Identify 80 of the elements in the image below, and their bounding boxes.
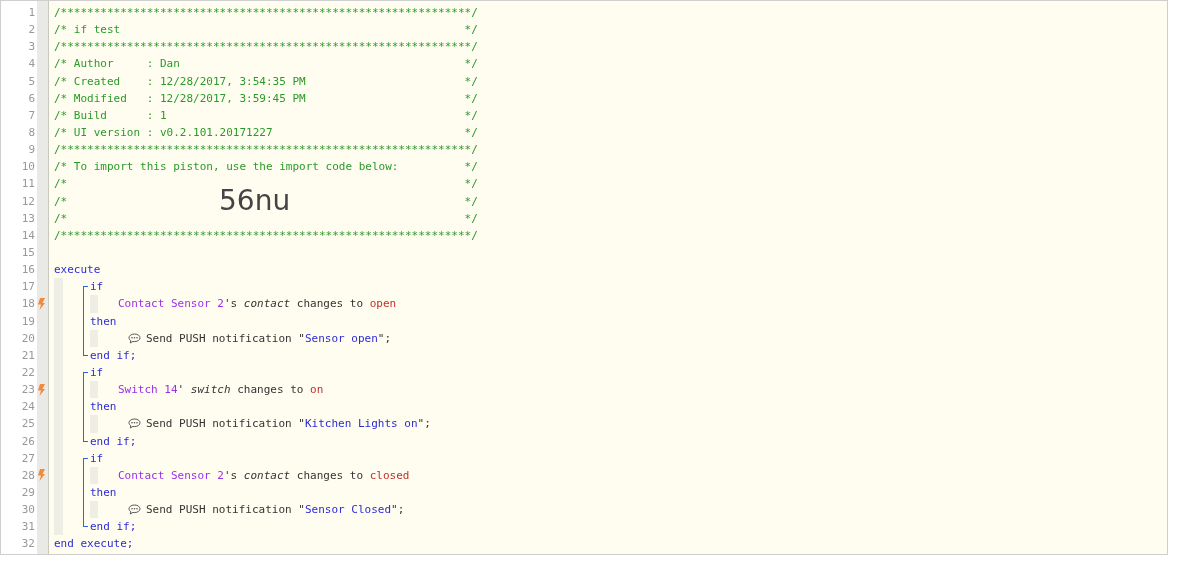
keyword: if: [90, 279, 104, 296]
line-number: 23: [20, 383, 35, 397]
block-bracket: [83, 371, 88, 442]
keyword: end if;: [90, 519, 137, 536]
line-number: 18: [20, 297, 35, 311]
line-number: 13: [20, 211, 35, 225]
line-number: 30: [20, 503, 35, 517]
condition-expression: Contact Sensor 2's contact changes to open: [118, 296, 397, 313]
action-statement: Send PUSH notification "Sensor open";: [146, 330, 392, 347]
line-number: 10: [20, 160, 35, 174]
keyword: end execute;: [54, 536, 134, 553]
comment-rule: /**************************************************************/: [54, 227, 478, 244]
line-number: 1: [27, 6, 35, 20]
line-number: 4: [27, 57, 35, 71]
comment-open: /*: [54, 193, 68, 210]
comment-close: */: [464, 193, 478, 210]
comment-close: */: [464, 56, 478, 73]
line-number: 29: [20, 486, 35, 499]
comment-rule: /**************************************************************/: [54, 5, 478, 21]
comment-close: */: [464, 90, 478, 107]
condition-expression: Switch 14' switch changes to on: [118, 382, 324, 399]
comment-close: */: [464, 210, 478, 227]
import-code: 56nu: [219, 186, 291, 217]
comment-text: /* Build : 1: [54, 107, 167, 124]
line-number: 21: [20, 348, 35, 362]
line-number: 5: [27, 74, 35, 88]
line-number: 22: [20, 366, 35, 379]
keyword: then: [90, 313, 117, 330]
line-number: 2: [27, 23, 35, 37]
comment-close: */: [464, 73, 478, 90]
line-number: 12: [20, 194, 35, 208]
line-number: 11: [20, 177, 35, 191]
line-number: 14: [20, 228, 35, 242]
action-statement: Send PUSH notification "Sensor Closed";: [146, 502, 405, 519]
line-number: 26: [20, 434, 35, 448]
line-number: 9: [27, 143, 35, 157]
line-number: 16: [20, 263, 35, 277]
comment-text: /* UI version : v0.2.101.20171227: [54, 125, 273, 141]
line-number: 28: [20, 468, 35, 482]
comment-text: /* if test: [54, 22, 121, 39]
line-number: 19: [20, 314, 35, 328]
action-statement: Send PUSH notification "Kitchen Lights on";: [146, 416, 431, 433]
comment-close: */: [464, 176, 478, 193]
line-number: 8: [27, 126, 35, 140]
line-number: 31: [20, 520, 35, 534]
line-number: 6: [27, 91, 35, 105]
comment-close: */: [464, 22, 478, 39]
keyword: if: [90, 364, 104, 381]
comment-close: */: [464, 125, 478, 141]
condition-expression: Contact Sensor 2's contact changes to closed: [118, 467, 410, 484]
speech-bubble-icon: [128, 332, 141, 344]
comment-rule: /**************************************************************/: [54, 39, 478, 56]
line-number: 20: [20, 331, 35, 345]
comment-rule: /**************************************************************/: [54, 142, 478, 159]
comment-text: /* To import this piston, use the import code below:: [54, 159, 399, 176]
keyword: end if;: [90, 433, 137, 450]
line-number: 17: [20, 280, 35, 294]
comment-text: /*: [54, 176, 68, 193]
keyword: if: [90, 450, 104, 467]
keyword: end if;: [90, 347, 137, 364]
comment-text: /* Created : 12/28/2017, 3:54:35 PM: [54, 73, 306, 90]
comment-text: /* Modified : 12/28/2017, 3:59:45 PM: [54, 90, 306, 107]
keyword: execute: [54, 262, 101, 279]
line-number: 3: [27, 40, 35, 54]
line-number: 15: [20, 246, 35, 260]
comment-close: */: [464, 107, 478, 124]
line-number: 27: [20, 451, 35, 465]
line-number: 32: [20, 537, 35, 551]
keyword: then: [90, 399, 117, 416]
comment-text: /* Author : Dan: [54, 56, 180, 73]
line-number: 24: [20, 400, 35, 414]
line-number: 25: [20, 417, 35, 431]
line-number: 7: [27, 108, 35, 122]
block-bracket: [83, 457, 88, 528]
keyword: then: [90, 484, 117, 501]
speech-bubble-icon: [128, 418, 141, 430]
comment-text: /*: [54, 210, 68, 227]
block-bracket: [83, 286, 88, 356]
comment-close: */: [464, 159, 478, 176]
speech-bubble-icon: [128, 504, 141, 516]
